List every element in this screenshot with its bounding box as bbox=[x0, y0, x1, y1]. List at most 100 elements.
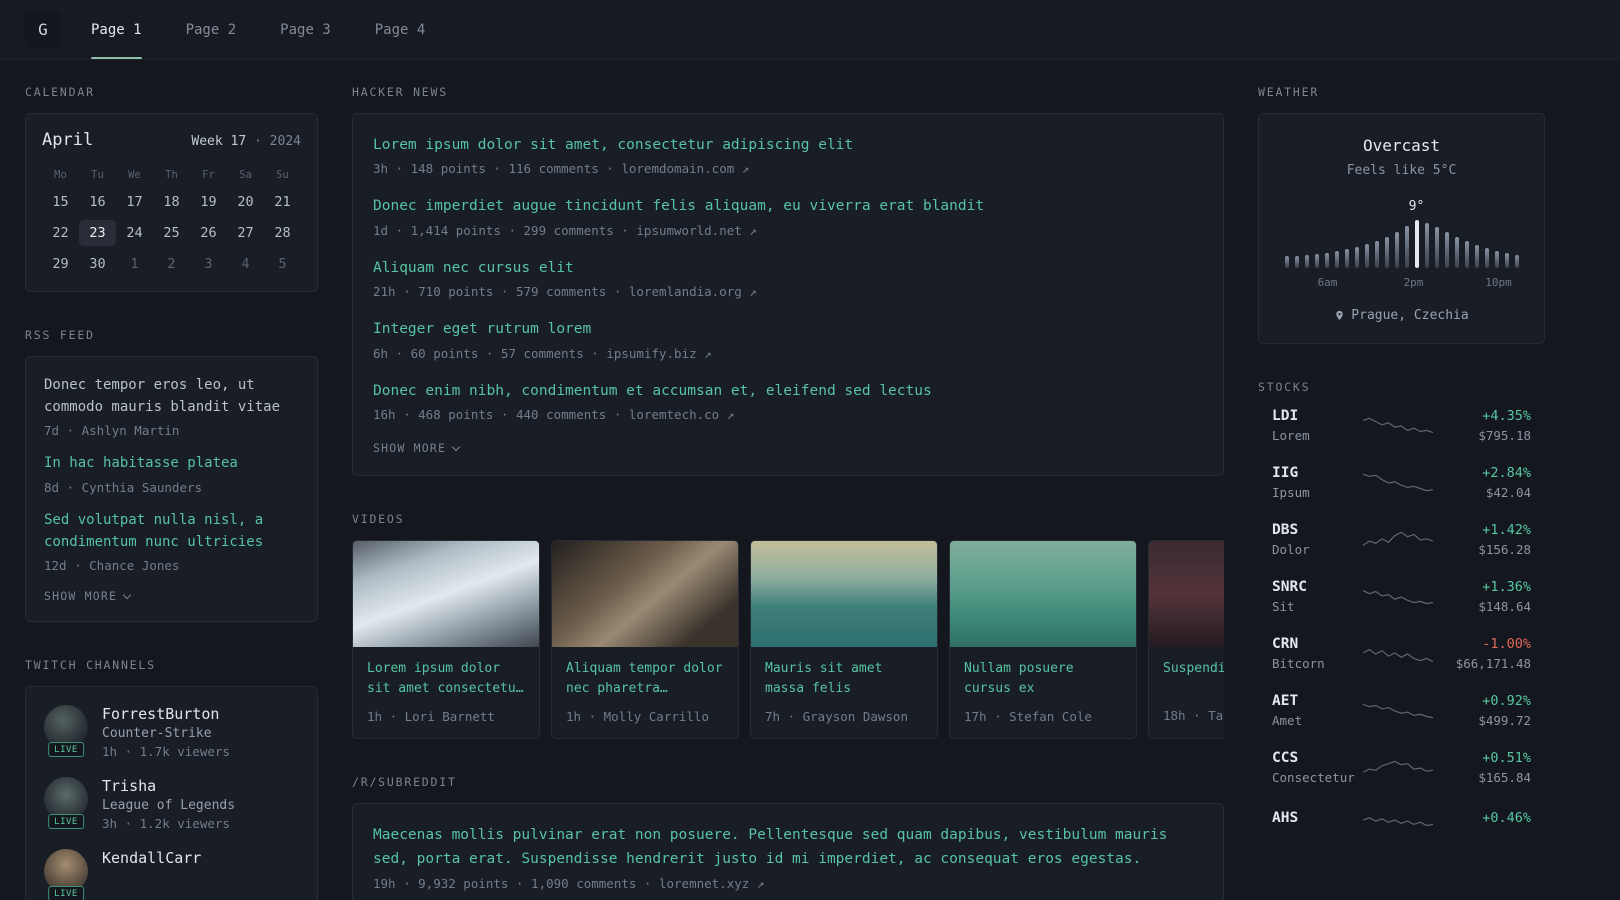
rss-item-meta: 8d · Cynthia Saunders bbox=[44, 480, 203, 496]
stock-name: Lorem bbox=[1272, 428, 1310, 443]
hn-item-link[interactable]: Lorem ipsum dolor sit amet, consectetur … bbox=[373, 134, 1203, 156]
calendar-dow: Fr bbox=[202, 169, 215, 181]
reddit-post-domain-link[interactable]: loremnet.xyz ↗ bbox=[659, 876, 764, 891]
stocks-list: LDI Lorem +4.35% $795.18 IIG Ipsum +2.84… bbox=[1258, 408, 1545, 833]
stock-values: +0.46% bbox=[1439, 810, 1531, 830]
hn-show-more-label: SHOW MORE bbox=[373, 441, 447, 456]
stock-row[interactable]: CCS Consectetur +0.51% $165.84 bbox=[1272, 750, 1531, 785]
stock-row[interactable]: LDI Lorem +4.35% $795.18 bbox=[1272, 408, 1531, 443]
hn-item-link[interactable]: Donec enim nibh, condimentum et accumsan… bbox=[373, 380, 1203, 402]
stock-name: Ipsum bbox=[1272, 485, 1310, 500]
rss-show-more-button[interactable]: SHOW MORE bbox=[44, 589, 132, 603]
video-body: Mauris sit amet massa felis 7h · Grayson… bbox=[751, 647, 937, 737]
dashboard-content: CALENDAR April Week 17 · 2024 Mo Tu We T… bbox=[0, 60, 1620, 900]
videos-section: VIDEOS Lorem ipsum dolor sit amet consec… bbox=[352, 512, 1224, 739]
stock-ticker: IIG bbox=[1272, 465, 1299, 481]
rss-item: In hac habitasse platea 8d · Cynthia Sau… bbox=[44, 453, 299, 495]
stock-name: Amet bbox=[1272, 713, 1303, 728]
calendar-dow: Tu bbox=[91, 169, 104, 181]
calendar-day: 19 bbox=[200, 194, 217, 210]
calendar-header: April Week 17 · 2024 bbox=[42, 130, 301, 150]
calendar-widget: April Week 17 · 2024 Mo Tu We Th Fr Sa S bbox=[25, 113, 318, 292]
stock-sparkline bbox=[1362, 817, 1433, 827]
stock-price: $165.84 bbox=[1478, 770, 1531, 785]
channel-avatar-wrap: LIVE bbox=[44, 777, 88, 830]
hn-item-link[interactable]: Integer eget rutrum lorem bbox=[373, 318, 1203, 340]
channel-info: ForrestBurton Counter-Strike 1h · 1.7k v… bbox=[102, 705, 230, 759]
calendar-year: · 2024 bbox=[254, 134, 301, 149]
hn-item-link[interactable]: Aliquam nec cursus elit bbox=[373, 257, 1203, 279]
live-badge: LIVE bbox=[48, 742, 84, 758]
channel-avatar-wrap: LIVE bbox=[44, 705, 88, 758]
rss-item-link[interactable]: Donec tempor eros leo, ut commodo mauris… bbox=[44, 375, 299, 418]
stock-row[interactable]: DBS Dolor +1.42% $156.28 bbox=[1272, 522, 1531, 557]
hn-item-domain-link[interactable]: ipsumworld.net ↗ bbox=[636, 223, 756, 238]
video-thumbnail bbox=[552, 541, 738, 648]
right-column: WEATHER Overcast Feels like 5°C 9° 6am 2… bbox=[1258, 85, 1545, 900]
page-tabs: Page 1 Page 2 Page 3 Page 4 bbox=[91, 0, 425, 59]
stock-row[interactable]: SNRC Sit +1.36% $148.64 bbox=[1272, 579, 1531, 614]
video-card[interactable]: Suspendisse diam 18h · Tara bbox=[1148, 540, 1224, 739]
calendar-day-next-month: 3 bbox=[204, 256, 213, 272]
hn-item-meta: 1d · 1,414 points · 299 comments · ipsum… bbox=[373, 223, 1203, 238]
stock-values: +1.42% $156.28 bbox=[1439, 522, 1531, 557]
calendar-day: 25 bbox=[163, 225, 180, 241]
hn-item-domain-link[interactable]: ipsumify.biz ↗ bbox=[606, 346, 711, 361]
calendar-day-next-month: 1 bbox=[130, 256, 139, 272]
tab-page-4[interactable]: Page 4 bbox=[375, 0, 426, 59]
calendar-day: 29 bbox=[52, 256, 69, 272]
left-column: CALENDAR April Week 17 · 2024 Mo Tu We T… bbox=[25, 85, 318, 900]
hn-item: Donec imperdiet augue tincidunt felis al… bbox=[373, 195, 1203, 237]
twitch-channel[interactable]: LIVE KendallCarr bbox=[44, 849, 299, 900]
rss-item-link[interactable]: In hac habitasse platea bbox=[44, 453, 299, 475]
weather-time: 6am bbox=[1317, 276, 1338, 289]
calendar-day-next-month: 2 bbox=[167, 256, 176, 272]
stock-row[interactable]: AET Amet +0.92% $499.72 bbox=[1272, 693, 1531, 728]
twitch-channel[interactable]: LIVE ForrestBurton Counter-Strike 1h · 1… bbox=[44, 705, 299, 759]
stock-price: $66,171.48 bbox=[1455, 656, 1531, 671]
stock-values: +2.84% $42.04 bbox=[1439, 465, 1531, 500]
stock-ticker: AHS bbox=[1272, 810, 1299, 826]
tab-page-1[interactable]: Page 1 bbox=[91, 0, 142, 59]
calendar-day: 16 bbox=[89, 194, 106, 210]
video-body: Suspendisse diam 18h · Tara bbox=[1149, 647, 1224, 737]
video-card[interactable]: Nullam posuere cursus ex 17h · Stefan Co… bbox=[949, 540, 1137, 739]
tab-page-2[interactable]: Page 2 bbox=[186, 0, 237, 59]
hn-show-more-button[interactable]: SHOW MORE bbox=[373, 441, 461, 456]
stock-row[interactable]: CRN Bitcorn -1.00% $66,171.48 bbox=[1272, 636, 1531, 671]
hn-item-domain-link[interactable]: loremtech.co ↗ bbox=[629, 407, 734, 422]
rss-item-link[interactable]: Sed volutpat nulla nisl, a condimentum n… bbox=[44, 510, 299, 553]
stock-id: CRN Bitcorn bbox=[1272, 636, 1356, 671]
tab-page-3[interactable]: Page 3 bbox=[280, 0, 331, 59]
stock-row[interactable]: AHS +0.46% bbox=[1272, 807, 1531, 833]
video-card[interactable]: Mauris sit amet massa felis 7h · Grayson… bbox=[750, 540, 938, 739]
stock-sparkline bbox=[1362, 531, 1433, 546]
video-thumbnail bbox=[1149, 541, 1224, 648]
video-body: Lorem ipsum dolor sit amet consectetu… 1… bbox=[353, 647, 539, 737]
rss-section-title: RSS FEED bbox=[25, 328, 95, 342]
hn-item-link[interactable]: Donec imperdiet augue tincidunt felis al… bbox=[373, 195, 1203, 217]
hn-item-meta: 3h · 148 points · 116 comments · loremdo… bbox=[373, 161, 1203, 176]
calendar-day: 20 bbox=[237, 194, 254, 210]
hn-item-domain-link[interactable]: loremdomain.com ↗ bbox=[621, 161, 749, 176]
stock-price: $156.28 bbox=[1478, 542, 1531, 557]
stock-row[interactable]: IIG Ipsum +2.84% $42.04 bbox=[1272, 465, 1531, 500]
video-meta: 7h · Grayson Dawson bbox=[765, 708, 908, 724]
video-title: Aliquam tempor dolor nec pharetra… bbox=[566, 661, 723, 697]
twitch-channel[interactable]: LIVE Trisha League of Legends 3h · 1.2k … bbox=[44, 777, 299, 831]
rss-item: Donec tempor eros leo, ut commodo mauris… bbox=[44, 375, 299, 438]
hackernews-widget: Lorem ipsum dolor sit amet, consectetur … bbox=[352, 113, 1224, 477]
app-logo[interactable]: G bbox=[25, 11, 61, 48]
stock-ticker: AET bbox=[1272, 693, 1299, 709]
hn-item-domain-link[interactable]: loremlandia.org ↗ bbox=[629, 284, 757, 299]
calendar-day-selected: 23 bbox=[79, 220, 116, 246]
weather-hourly-chart: 9° 6am 2pm 10pm bbox=[1284, 196, 1519, 290]
video-card[interactable]: Lorem ipsum dolor sit amet consectetu… 1… bbox=[352, 540, 540, 739]
stock-values: +0.92% $499.72 bbox=[1439, 693, 1531, 728]
video-card[interactable]: Aliquam tempor dolor nec pharetra… 1h · … bbox=[551, 540, 739, 739]
calendar-section: CALENDAR April Week 17 · 2024 Mo Tu We T… bbox=[25, 85, 318, 292]
weather-time: 2pm bbox=[1403, 276, 1424, 289]
calendar-day: 28 bbox=[274, 225, 291, 241]
reddit-post-link[interactable]: Maecenas mollis pulvinar erat non posuer… bbox=[373, 824, 1203, 872]
stock-sparkline bbox=[1362, 417, 1433, 433]
